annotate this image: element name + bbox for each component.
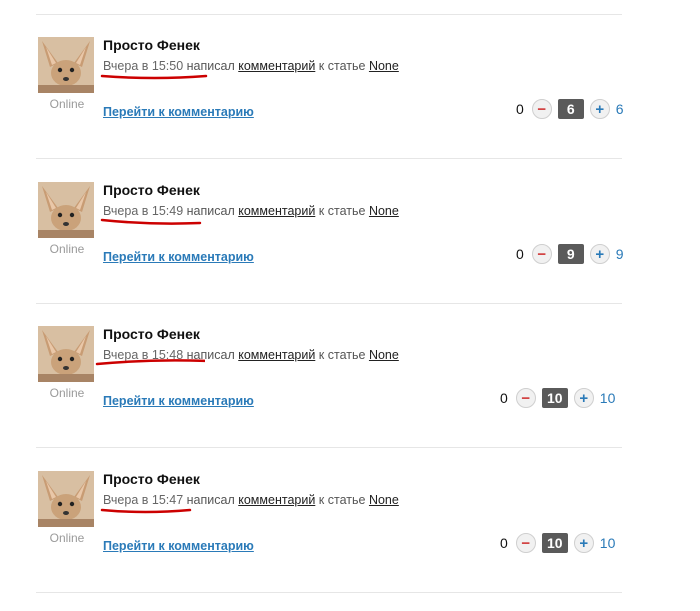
comment-link[interactable]: комментарий [238,348,315,362]
article-link[interactable]: None [369,493,399,507]
avatar[interactable] [38,471,94,527]
divider [36,158,622,159]
timestamp: Вчера в 15:49 [103,204,184,218]
author-name[interactable]: Просто Фенек [103,326,200,342]
activity-meta: Вчера в 15:47 написал комментарий к стат… [103,493,399,507]
red-underline-annotation [100,508,192,514]
goto-comment-link[interactable]: Перейти к комментарию [103,539,254,553]
feed-item: Online Просто Фенек Вчера в 15:49 написа… [0,182,700,322]
target-prefix: к статье [318,493,366,507]
target-prefix: к статье [318,348,366,362]
vote-widget: 0 − 9 + 9 [516,243,624,265]
fennec-avatar-icon [38,326,94,382]
goto-comment-link[interactable]: Перейти к комментарию [103,105,254,119]
avatar[interactable] [38,326,94,382]
goto-comment-link[interactable]: Перейти к комментарию [103,394,254,408]
plus-count: 10 [599,390,616,406]
article-link[interactable]: None [369,348,399,362]
status-online: Online [49,531,85,545]
plus-icon[interactable]: + [573,388,594,408]
fennec-avatar-icon [38,182,94,238]
minus-icon[interactable]: − [531,244,552,264]
action-text: написал [186,204,235,218]
timestamp: Вчера в 15:50 [103,59,184,73]
plus-icon[interactable]: + [573,533,594,553]
score-badge: 9 [557,244,584,264]
article-link[interactable]: None [369,204,399,218]
minus-count: 0 [516,101,524,117]
author-name[interactable]: Просто Фенек [103,37,200,53]
action-text: написал [186,59,235,73]
minus-icon[interactable]: − [515,388,536,408]
minus-count: 0 [516,246,524,262]
minus-icon[interactable]: − [531,99,552,119]
goto-comment-link[interactable]: Перейти к комментарию [103,250,254,264]
avatar[interactable] [38,37,94,93]
divider [36,14,622,15]
divider [36,303,622,304]
minus-icon[interactable]: − [515,533,536,553]
divider [36,447,622,448]
plus-count: 6 [615,101,624,117]
comment-link[interactable]: комментарий [238,204,315,218]
author-name[interactable]: Просто Фенек [103,182,200,198]
action-text: написал [186,493,235,507]
score-badge: 10 [541,533,568,553]
vote-widget: 0 − 6 + 6 [516,98,624,120]
red-underline-annotation [100,218,202,225]
plus-count: 9 [615,246,624,262]
timestamp: Вчера в 15:47 [103,493,184,507]
status-online: Online [49,386,85,400]
vote-widget: 0 − 10 + 10 [500,532,615,554]
status-online: Online [49,242,85,256]
feed-item: Online Просто Фенек Вчера в 15:47 написа… [0,471,700,611]
activity-meta: Вчера в 15:49 написал комментарий к стат… [103,204,399,218]
author-name[interactable]: Просто Фенек [103,471,200,487]
plus-icon[interactable]: + [589,99,610,119]
red-underline-annotation [100,74,208,80]
score-badge: 6 [557,99,584,119]
comment-link[interactable]: комментарий [238,493,315,507]
divider [36,592,622,593]
comment-link[interactable]: комментарий [238,59,315,73]
minus-count: 0 [500,535,508,551]
avatar[interactable] [38,182,94,238]
activity-meta: Вчера в 15:50 написал комментарий к стат… [103,59,399,73]
minus-count: 0 [500,390,508,406]
target-prefix: к статье [318,59,366,73]
fennec-avatar-icon [38,471,94,527]
feed-item: Online Просто Фенек Вчера в 15:50 написа… [0,37,700,177]
plus-count: 10 [599,535,616,551]
feed-item: Online Просто Фенек Вчера в 15:48 написа… [0,326,700,466]
plus-icon[interactable]: + [589,244,610,264]
fennec-avatar-icon [38,37,94,93]
target-prefix: к статье [318,204,366,218]
score-badge: 10 [541,388,568,408]
article-link[interactable]: None [369,59,399,73]
red-underline-annotation [95,359,205,366]
vote-widget: 0 − 10 + 10 [500,387,615,409]
status-online: Online [49,97,85,111]
